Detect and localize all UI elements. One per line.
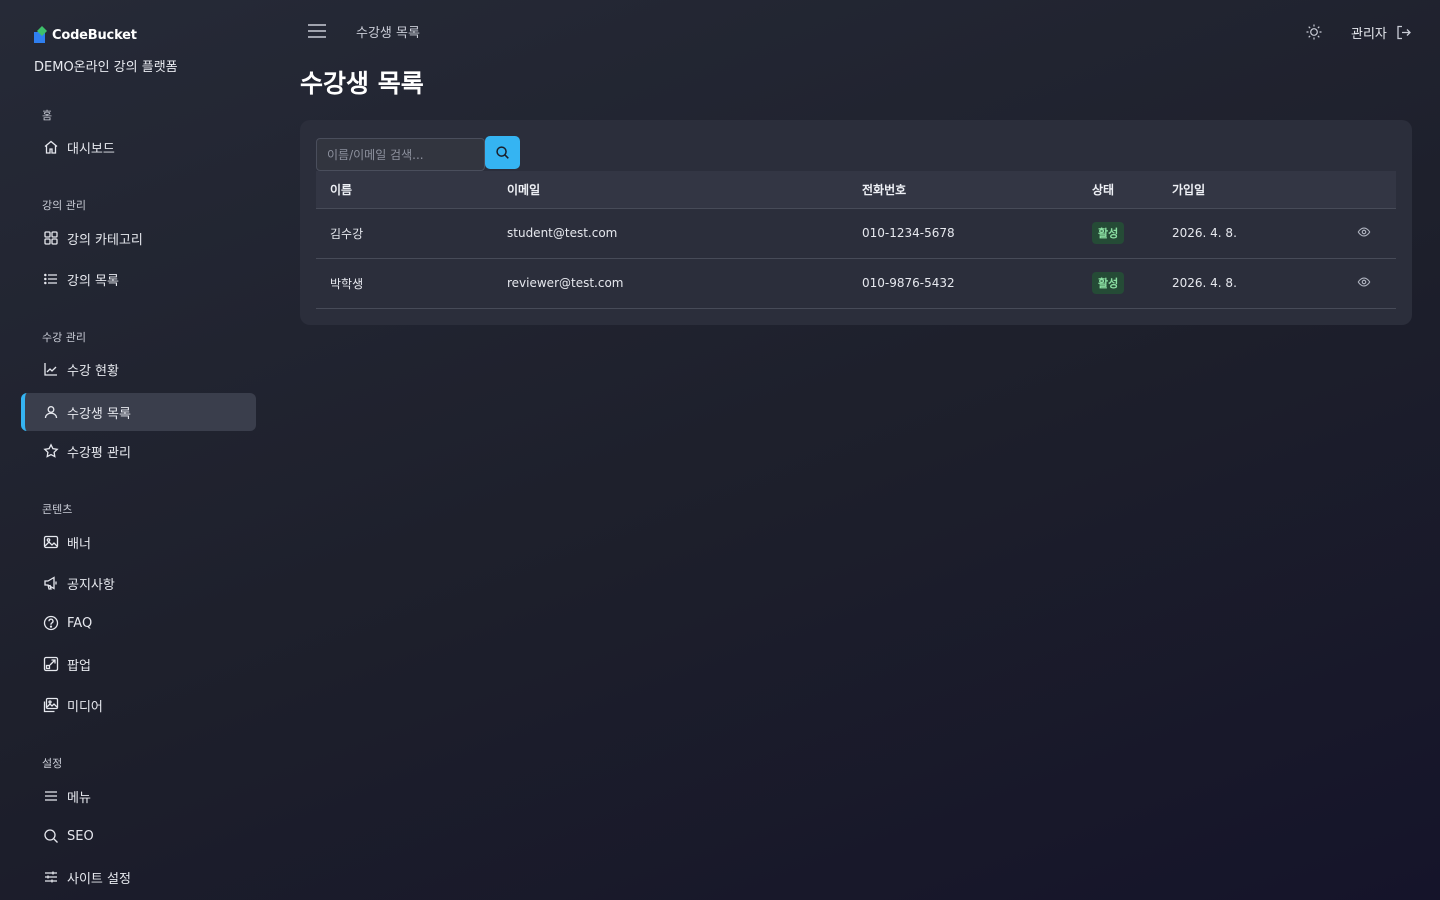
sidebar-item-notice[interactable]: 공지사항 (21, 564, 256, 602)
sidebar-item-label: 대시보드 (67, 141, 115, 157)
cell-actions (1326, 208, 1396, 258)
cell-phone: 010-9876-5432 (862, 276, 955, 290)
page-title: 수강생 목록 (300, 69, 424, 98)
column-header-status: 상태 (1078, 171, 1158, 209)
student-list-card: 이름 이메일 전화번호 상태 가입일 김수강 student@test.com … (300, 120, 1412, 325)
cell-joined: 2026. 4. 8. (1172, 276, 1237, 290)
search-icon (44, 829, 58, 843)
column-header-email: 이메일 (493, 171, 848, 209)
table-header-row: 이름 이메일 전화번호 상태 가입일 (316, 171, 1396, 209)
menu-icon (45, 791, 57, 801)
logo-text: CodeBucket (52, 27, 137, 43)
sidebar-item-label: 미디어 (67, 699, 103, 715)
status-badge: 활성 (1092, 272, 1125, 294)
eye-icon (1357, 276, 1371, 287)
list-icon (44, 273, 57, 285)
sidebar-item-label: 수강생 목록 (67, 406, 131, 422)
sidebar-item-enrollment-status[interactable]: 수강 현황 (21, 350, 256, 388)
site-name: DEMO온라인 강의 플랫폼 (34, 60, 178, 75)
section-title-courses: 강의 관리 (42, 199, 86, 212)
user-name: 관리자 (1351, 27, 1387, 42)
table-row[interactable]: 박학생 reviewer@test.com 010-9876-5432 활성 2… (316, 258, 1396, 308)
section-title-content: 콘텐츠 (42, 503, 73, 516)
sidebar-item-banner[interactable]: 배너 (21, 523, 256, 561)
sun-icon (1306, 24, 1322, 40)
theme-toggle-button[interactable] (1305, 23, 1323, 41)
logout-icon[interactable] (1395, 24, 1412, 41)
sliders-icon (45, 871, 57, 883)
cell-joined: 2026. 4. 8. (1172, 226, 1237, 240)
sidebar-item-label: SEO (67, 828, 94, 844)
sidebar-item-reviews[interactable]: 수강평 관리 (21, 432, 256, 470)
breadcrumb: 수강생 목록 (356, 26, 420, 41)
media-icon (43, 697, 59, 713)
view-button[interactable] (1357, 275, 1371, 289)
star-icon (43, 443, 59, 458)
search-icon (496, 146, 509, 159)
search-button[interactable] (485, 136, 520, 169)
sidebar-item-label: 배너 (67, 536, 91, 552)
sidebar-item-label: 강의 카테고리 (67, 232, 143, 248)
column-header-phone: 전화번호 (848, 171, 1078, 209)
sidebar-item-seo[interactable]: SEO (21, 817, 256, 855)
user-menu: 관리자 (1351, 23, 1412, 42)
student-table: 이름 이메일 전화번호 상태 가입일 김수강 student@test.com … (316, 171, 1396, 309)
logo-icon (34, 26, 47, 43)
sidebar-item-site-settings[interactable]: 사이트 설정 (21, 858, 256, 896)
sidebar-item-label: 팝업 (67, 658, 91, 674)
megaphone-icon (44, 576, 57, 590)
sidebar: CodeBucket DEMO온라인 강의 플랫폼 홈 대시보드 강의 관리 강… (0, 0, 280, 900)
sidebar-item-faq[interactable]: FAQ (21, 604, 256, 642)
sidebar-item-label: 메뉴 (67, 790, 91, 806)
cell-status: 활성 (1078, 258, 1158, 308)
sidebar-item-popup[interactable]: 팝업 (21, 645, 256, 683)
sidebar-item-student-list[interactable]: 수강생 목록 (21, 393, 256, 431)
sidebar-item-label: 수강평 관리 (67, 445, 131, 461)
chart-icon (44, 363, 57, 376)
cell-name: 김수강 (330, 226, 364, 241)
sidebar-item-label: FAQ (67, 615, 93, 631)
cell-email: student@test.com (507, 226, 618, 240)
section-title-enrollment: 수강 관리 (42, 331, 86, 344)
section-title-home: 홈 (42, 109, 53, 122)
search-input[interactable] (316, 138, 485, 171)
sidebar-item-course-list[interactable]: 강의 목록 (21, 260, 256, 298)
popup-icon (43, 656, 59, 672)
column-header-name: 이름 (316, 171, 493, 209)
sidebar-toggle-button[interactable] (307, 22, 327, 40)
sidebar-item-course-category[interactable]: 강의 카테고리 (21, 219, 256, 257)
cell-status: 활성 (1078, 208, 1158, 258)
sidebar-item-label: 공지사항 (67, 577, 115, 593)
help-circle-icon (43, 615, 59, 631)
cell-email: reviewer@test.com (507, 276, 624, 290)
table-row[interactable]: 김수강 student@test.com 010-1234-5678 활성 20… (316, 208, 1396, 258)
grid-icon (44, 231, 58, 245)
user-icon (44, 406, 58, 419)
hamburger-icon (308, 24, 326, 38)
view-button[interactable] (1357, 225, 1371, 239)
sidebar-item-menu[interactable]: 메뉴 (21, 777, 256, 815)
cell-actions (1326, 258, 1396, 308)
column-header-actions (1326, 171, 1396, 209)
sidebar-item-media[interactable]: 미디어 (21, 686, 256, 724)
status-badge: 활성 (1092, 222, 1125, 244)
sidebar-item-label: 수강 현황 (67, 363, 119, 379)
sidebar-item-label: 사이트 설정 (67, 871, 131, 887)
cell-name: 박학생 (330, 276, 364, 291)
section-title-settings: 설정 (42, 757, 63, 770)
column-header-joined: 가입일 (1158, 171, 1326, 209)
home-icon (44, 140, 58, 154)
cell-phone: 010-1234-5678 (862, 226, 955, 240)
sidebar-item-label: 강의 목록 (67, 273, 119, 289)
image-icon (43, 535, 59, 549)
sidebar-item-dashboard[interactable]: 대시보드 (21, 128, 256, 166)
logo[interactable]: CodeBucket (34, 24, 137, 46)
eye-icon (1357, 226, 1371, 237)
